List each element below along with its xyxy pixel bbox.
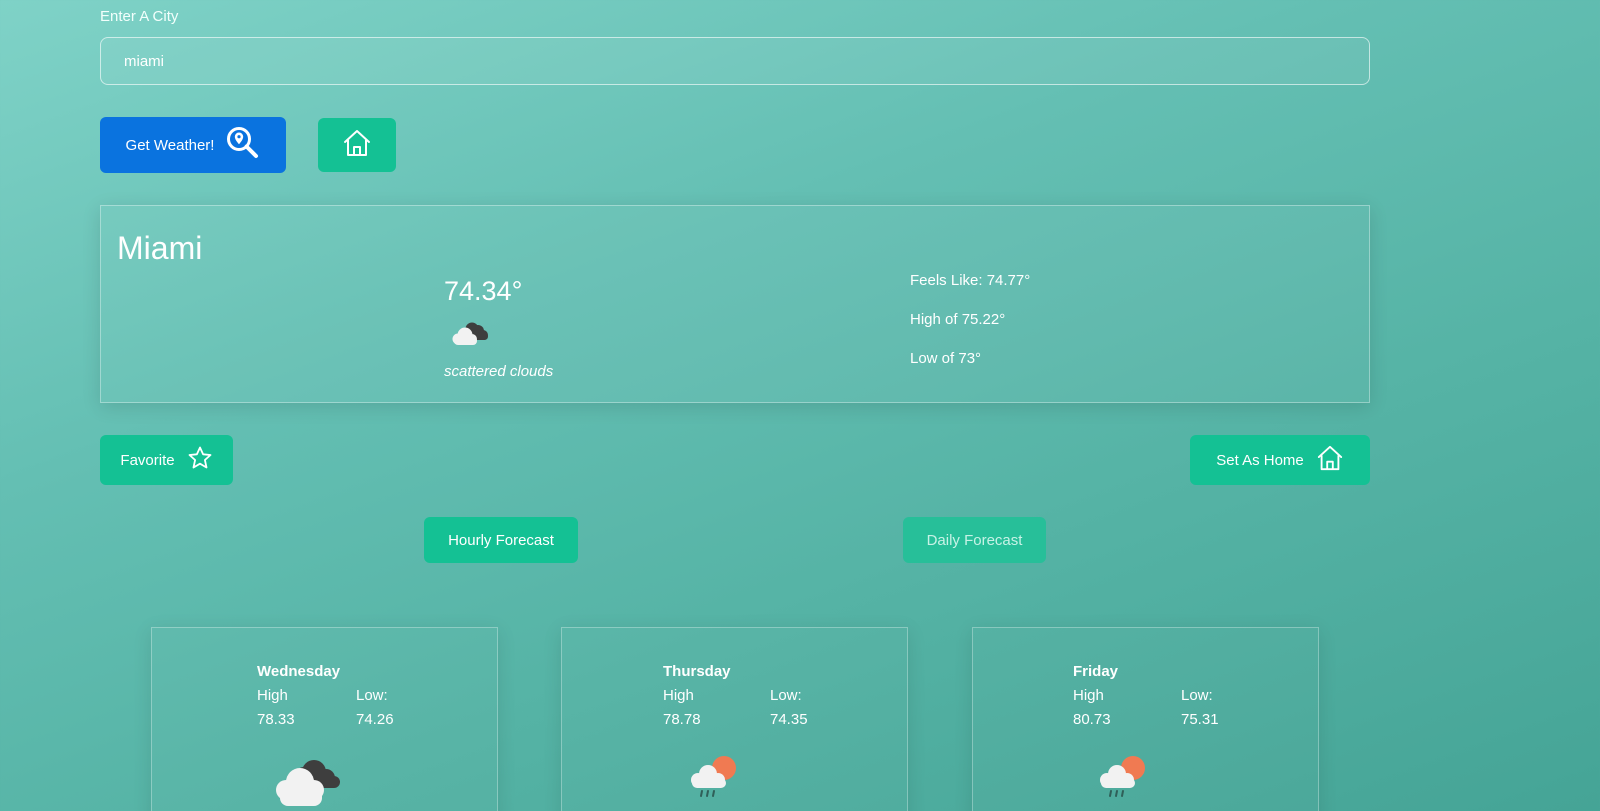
scattered-clouds-icon xyxy=(448,321,490,352)
cloudy-icon xyxy=(270,756,344,811)
home-button[interactable] xyxy=(318,118,396,172)
forecast-day-name: Wednesday xyxy=(257,663,341,680)
forecast-low-value: 74.26 xyxy=(356,711,394,728)
forecast-low-label: Low: xyxy=(770,687,802,704)
set-as-home-button[interactable]: Set As Home xyxy=(1190,435,1370,485)
favorite-button[interactable]: Favorite xyxy=(100,435,233,485)
city-input-label: Enter A City xyxy=(100,8,179,25)
forecast-high-label: High xyxy=(1073,687,1104,704)
forecast-day-name: Friday xyxy=(1073,663,1119,680)
forecast-low-label: Low: xyxy=(356,687,388,704)
forecast-low-value: 75.31 xyxy=(1181,711,1219,728)
forecast-card-wednesday: Wednesday High Low: 78.33 74.26 xyxy=(151,627,498,811)
get-weather-label: Get Weather! xyxy=(125,136,215,154)
forecast-low-label: Low: xyxy=(1181,687,1213,704)
home-icon xyxy=(342,128,372,162)
forecast-high-value: 80.73 xyxy=(1073,711,1111,728)
sun-rain-icon xyxy=(1095,752,1151,803)
forecast-day-name: Thursday xyxy=(663,663,731,680)
city-search-input[interactable] xyxy=(100,37,1370,85)
get-weather-button[interactable]: Get Weather! xyxy=(100,117,286,173)
city-name: Miami xyxy=(117,230,203,266)
set-as-home-label: Set As Home xyxy=(1216,451,1304,469)
forecast-high-value: 78.78 xyxy=(663,711,701,728)
forecast-high-label: High xyxy=(257,687,288,704)
favorite-label: Favorite xyxy=(120,451,175,469)
forecast-high-label: High xyxy=(663,687,694,704)
condition-description: scattered clouds xyxy=(444,363,554,380)
feels-like: Feels Like: 74.77° xyxy=(910,272,1031,289)
forecast-card-friday: Friday High Low: 80.73 75.31 xyxy=(972,627,1319,811)
high-temp: High of 75.22° xyxy=(910,311,1006,328)
home-icon xyxy=(1316,444,1344,476)
forecast-low-value: 74.35 xyxy=(770,711,808,728)
forecast-card-thursday: Thursday High Low: 78.78 74.35 xyxy=(561,627,908,811)
low-temp: Low of 73° xyxy=(910,350,982,367)
current-weather-card: Miami 74.34° scattered clouds Feels Like… xyxy=(100,205,1370,403)
current-temperature: 74.34° xyxy=(444,276,523,306)
star-icon xyxy=(187,445,213,475)
location-search-icon xyxy=(226,126,260,164)
tab-daily-forecast[interactable]: Daily Forecast xyxy=(903,517,1046,563)
sun-rain-icon xyxy=(686,752,742,803)
forecast-high-value: 78.33 xyxy=(257,711,295,728)
tab-hourly-forecast[interactable]: Hourly Forecast xyxy=(424,517,578,563)
